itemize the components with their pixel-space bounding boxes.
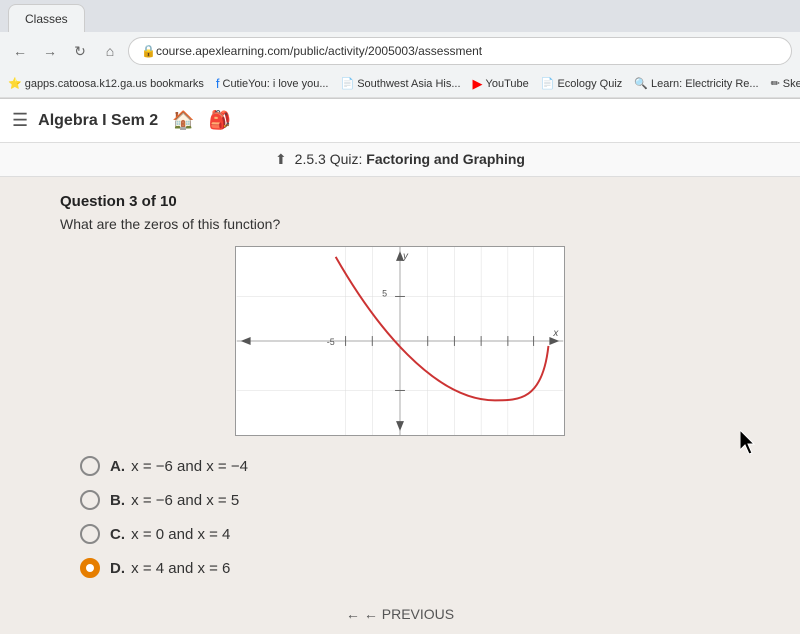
radio-a[interactable]	[80, 456, 100, 476]
doc-icon-1: 📄	[341, 77, 355, 90]
answer-item-a[interactable]: A. x = −6 and x = −4	[80, 456, 740, 476]
bookmark-cutie[interactable]: f CutieYou: i love you...	[216, 76, 329, 91]
sketchpad-label: Sketchpad 5...	[783, 78, 800, 90]
previous-button[interactable]: ← ← PREVIOUS	[346, 606, 454, 622]
answer-label-b: B. x = −6 and x = 5	[110, 492, 239, 509]
upload-icon: ⬆	[275, 151, 287, 167]
radio-c[interactable]	[80, 524, 100, 544]
bookmark-youtube[interactable]: ▶ YouTube	[473, 76, 529, 92]
refresh-button[interactable]: ↻	[68, 39, 92, 63]
home-icon[interactable]: 🏠	[172, 110, 194, 131]
gapps-label: gapps.catoosa.k12.ga.us bookmarks	[25, 78, 204, 90]
address-bar-row: ← → ↻ ⌂ 🔒 course.apexlearning.com/public…	[0, 32, 800, 70]
youtube-label: YouTube	[486, 78, 529, 90]
home-nav-button[interactable]: ⌂	[98, 39, 122, 63]
tab-label: Classes	[25, 12, 68, 26]
prev-arrow-icon: ←	[346, 606, 360, 622]
bookmark-learn[interactable]: 🔍 Learn: Electricity Re...	[634, 77, 758, 90]
quiz-header: ⬆ 2.5.3 Quiz: Factoring and Graphing	[0, 143, 800, 177]
gapps-icon: ⭐	[8, 77, 22, 90]
parabola-curve	[336, 257, 549, 400]
main-content: Question 3 of 10 What are the zeros of t…	[0, 177, 800, 594]
cutie-label: CutieYou: i love you...	[223, 78, 329, 90]
bag-icon[interactable]: 🎒	[209, 110, 231, 131]
prev-label: ← PREVIOUS	[364, 606, 454, 622]
doc-icon-2: 📄	[541, 77, 555, 90]
quiz-section: 2.5.3 Quiz:	[295, 151, 363, 167]
answer-label-d: D. x = 4 and x = 6	[110, 560, 230, 577]
southwest-label: Southwest Asia His...	[357, 78, 460, 90]
browser-chrome: Classes ← → ↻ ⌂ 🔒 course.apexlearning.co…	[0, 0, 800, 99]
sketchpad-icon: ✏	[771, 77, 780, 90]
answer-label-c: C. x = 0 and x = 4	[110, 526, 230, 543]
back-button[interactable]: ←	[8, 39, 32, 63]
hamburger-menu[interactable]: ☰	[12, 110, 28, 131]
radio-d[interactable]	[80, 558, 100, 578]
bookmark-sketchpad[interactable]: ✏ Sketchpad 5...	[771, 77, 800, 90]
bookmark-ecology[interactable]: 📄 Ecology Quiz	[541, 77, 623, 90]
learn-label: Learn: Electricity Re...	[651, 78, 759, 90]
answer-choices: A. x = −6 and x = −4 B. x = −6 and x = 5…	[60, 456, 740, 578]
radio-b[interactable]	[80, 490, 100, 510]
answer-label-a: A. x = −6 and x = −4	[110, 458, 248, 475]
search-bookmark-icon: 🔍	[634, 77, 648, 90]
graph-container: x y 5 -5	[235, 246, 565, 436]
bookmarks-bar: ⭐ gapps.catoosa.k12.ga.us bookmarks f Cu…	[0, 70, 800, 98]
svg-text:-5: -5	[327, 337, 335, 347]
youtube-icon: ▶	[473, 76, 483, 92]
ecology-label: Ecology Quiz	[557, 78, 622, 90]
active-tab[interactable]: Classes	[8, 4, 85, 32]
svg-text:x: x	[552, 328, 559, 339]
question-label: Question 3 of 10	[60, 193, 740, 210]
app-title: Algebra I Sem 2	[38, 112, 158, 130]
question-text: What are the zeros of this function?	[60, 216, 740, 232]
facebook-icon: f	[216, 76, 220, 91]
answer-item-d[interactable]: D. x = 4 and x = 6	[80, 558, 740, 578]
graph-svg: x y 5 -5	[236, 247, 564, 435]
forward-button[interactable]: →	[38, 39, 62, 63]
bookmark-gapps[interactable]: ⭐ gapps.catoosa.k12.ga.us bookmarks	[8, 77, 204, 90]
address-bar[interactable]: 🔒 course.apexlearning.com/public/activit…	[128, 37, 792, 65]
url-text: course.apexlearning.com/public/activity/…	[156, 44, 482, 58]
answer-item-b[interactable]: B. x = −6 and x = 5	[80, 490, 740, 510]
bookmark-southwest[interactable]: 📄 Southwest Asia His...	[341, 77, 461, 90]
answer-item-c[interactable]: C. x = 0 and x = 4	[80, 524, 740, 544]
tab-bar: Classes	[0, 0, 800, 32]
lock-icon: 🔒	[141, 44, 156, 58]
svg-text:5: 5	[382, 288, 387, 298]
quiz-section-title: Factoring and Graphing	[366, 151, 525, 167]
prev-btn-container: ← ← PREVIOUS	[0, 594, 800, 634]
app-header: ☰ Algebra I Sem 2 🏠 🎒	[0, 99, 800, 143]
